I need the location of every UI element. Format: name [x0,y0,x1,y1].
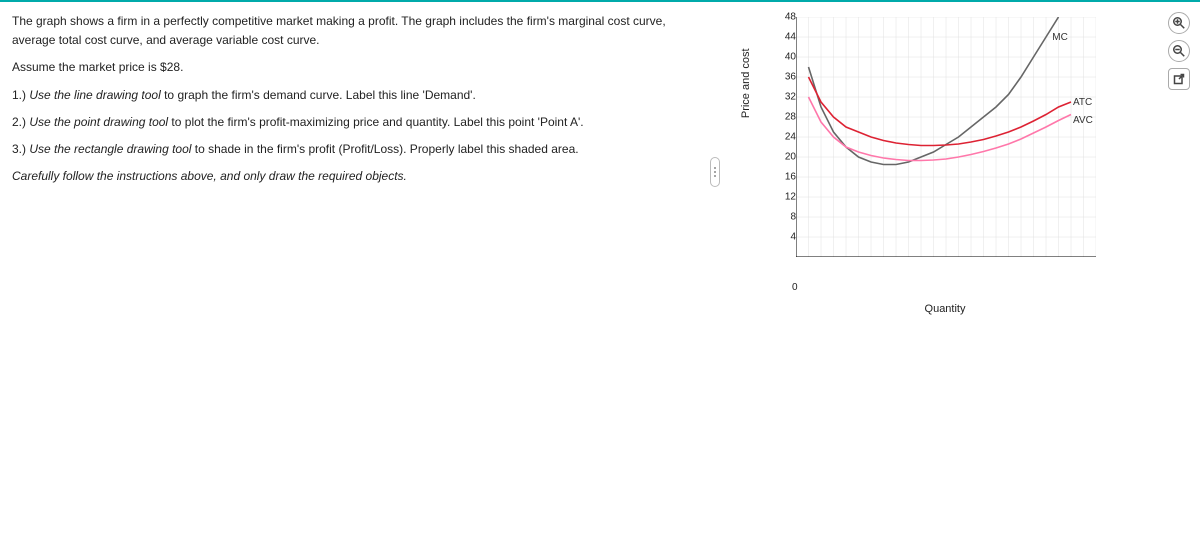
y-tick: 8 [776,212,796,223]
y-tick: 36 [776,72,796,83]
y-tick: 24 [776,132,796,143]
y-tick: 32 [776,92,796,103]
chart-panel: Price and cost Quantity 4812162024283236… [730,2,1200,541]
y-tick: 16 [776,172,796,183]
y-tick: 28 [776,112,796,123]
y-tick: 40 [776,52,796,63]
chart-area[interactable]: Price and cost Quantity 4812162024283236… [780,17,1110,277]
panel-divider[interactable] [700,2,730,342]
x-origin-label: 0 [792,282,798,293]
zoom-in-button[interactable] [1168,12,1190,34]
popout-icon [1173,73,1185,85]
y-tick: 48 [776,12,796,23]
mc-label: MC [1052,32,1068,43]
zoom-in-icon [1173,17,1185,29]
y-axis-label: Price and cost [740,48,752,118]
chart-plot[interactable] [796,17,1096,257]
intro-text: The graph shows a firm in a perfectly co… [12,12,688,50]
y-tick-labels: 4812162024283236404448 [776,17,796,257]
drag-handle-icon[interactable] [710,157,720,187]
x-axis-label: Quantity [925,303,966,315]
y-tick: 4 [776,232,796,243]
y-tick: 44 [776,32,796,43]
careful-text: Carefully follow the instructions above,… [12,167,688,186]
step-3: 3.) Use the rectangle drawing tool to sh… [12,140,688,159]
step-2: 2.) Use the point drawing tool to plot t… [12,113,688,132]
y-tick: 20 [776,152,796,163]
y-tick: 12 [776,192,796,203]
zoom-out-icon [1173,45,1185,57]
zoom-out-button[interactable] [1168,40,1190,62]
avc-curve [809,97,1072,161]
chart-toolbar [1168,12,1190,90]
assume-text: Assume the market price is $28. [12,58,688,77]
popout-button[interactable] [1168,68,1190,90]
avc-label: AVC [1073,115,1093,126]
instructions-panel: The graph shows a firm in a perfectly co… [0,2,700,541]
step-1: 1.) Use the line drawing tool to graph t… [12,86,688,105]
atc-label: ATC [1073,97,1092,108]
atc-curve [809,77,1072,146]
